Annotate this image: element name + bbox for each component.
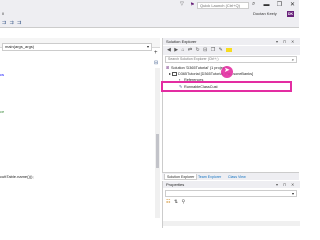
dropdown-icon[interactable]: ▾ xyxy=(276,38,278,45)
solution-explorer-search[interactable]: Search Solution Explorer (Ctrl+;) ⌕ xyxy=(165,56,297,63)
chevron-down-icon: ▾ xyxy=(146,44,149,49)
code-editor[interactable]: main(args_args) ▾ + ⊟ cs ce cuttTable.na… xyxy=(0,38,160,228)
toolbar: ⇉ ⇉ ⇉ xyxy=(0,18,299,28)
add-icon[interactable]: + xyxy=(154,50,158,56)
property-pages-icon[interactable]: ⚲ xyxy=(181,199,186,205)
tab-team-explorer[interactable]: Team Explorer xyxy=(198,174,221,180)
search-icon[interactable]: ⌕ xyxy=(292,57,294,62)
solution-explorer-pane: Solution Explorer ▾ ⊓ ✕ ◀ ▶ ⌂ ⇄ ↻ ⊟ ❐ ✎ … xyxy=(162,38,300,172)
member-dropdown-value: main(args_args) xyxy=(5,44,35,49)
search-icon[interactable]: ⌕ xyxy=(252,1,258,8)
editor-scrollbar[interactable] xyxy=(155,68,160,218)
solution-explorer-header: Solution Explorer ▾ ⊓ ✕ xyxy=(163,38,300,45)
minimize-button[interactable]: ▬ xyxy=(263,1,270,9)
properties-scrollbar[interactable] xyxy=(163,221,300,226)
back-icon[interactable]: ◀ xyxy=(167,47,172,53)
collapse-all-icon[interactable]: ⊟ xyxy=(203,47,208,53)
solution-explorer-toolbar: ◀ ▶ ⌂ ⇄ ↻ ⊟ ❐ ✎ xyxy=(163,46,300,55)
code-line[interactable]: cuttTable.name())); xyxy=(0,174,34,179)
properties-wrench-icon[interactable]: ✎ xyxy=(219,47,224,53)
preview-icon[interactable] xyxy=(226,47,233,52)
notification-flag-icon[interactable]: ⚑ xyxy=(190,2,196,8)
close-button[interactable]: ✕ xyxy=(289,1,296,9)
close-icon[interactable]: ✕ xyxy=(291,181,294,188)
solution-explorer-tabs: Solution Explorer Team Explorer Class Vi… xyxy=(162,172,299,180)
code-line[interactable]: ce xyxy=(0,109,4,114)
member-dropdown[interactable]: main(args_args) ▾ xyxy=(2,43,152,51)
filter-icon[interactable]: ▽ xyxy=(180,2,185,7)
show-all-icon[interactable]: ❐ xyxy=(211,47,216,53)
properties-header: Properties ▾ ⊓ ✕ xyxy=(163,181,300,188)
forward-icon[interactable]: ▶ xyxy=(174,47,179,53)
user-name[interactable]: Doctan Keely xyxy=(253,11,277,17)
title-bar: ▽ ⚑ Quick Launch (Ctrl+Q) ⌕ ▬ ❐ ✕ xyxy=(0,0,299,10)
pane-title: Properties xyxy=(166,182,185,187)
tab-class-view[interactable]: Class View xyxy=(228,174,246,180)
toolbar-align-icons[interactable]: ⇉ ⇉ ⇉ xyxy=(2,20,22,26)
chevron-down-icon: ▾ xyxy=(291,191,294,196)
code-line[interactable]: cs xyxy=(0,72,4,77)
pin-icon[interactable]: ⊓ xyxy=(283,38,286,45)
pane-title: Solution Explorer xyxy=(166,39,197,44)
properties-object-dropdown[interactable]: ▾ xyxy=(165,190,297,197)
home-icon[interactable]: ⌂ xyxy=(182,47,186,53)
tree-item-label: Solution 'D365Tutorial' (1 project) xyxy=(171,66,227,70)
categorized-icon[interactable]: ☷ xyxy=(166,199,171,205)
refresh-icon[interactable]: ↻ xyxy=(196,47,201,53)
tree-item-label: D365Tutorial [D365Tutorial_Pa...soneBank… xyxy=(177,72,254,76)
highlight-box xyxy=(161,81,292,92)
scrollbar-thumb[interactable] xyxy=(156,134,159,168)
user-avatar[interactable]: DK xyxy=(287,11,294,17)
alphabetical-icon[interactable]: ⇅ xyxy=(174,199,179,205)
properties-toolbar: ☷ ⇅ ⚲ xyxy=(166,199,186,206)
close-icon[interactable]: ✕ xyxy=(291,38,294,45)
project-icon xyxy=(171,72,177,76)
search-placeholder: Search Solution Explorer (Ctrl+;) xyxy=(168,57,219,61)
menu-bar: ll Doctan Keely DK xyxy=(0,10,299,18)
split-icon[interactable]: ⊟ xyxy=(154,60,158,66)
pin-icon[interactable]: ⊓ xyxy=(283,181,286,188)
tab-solution-explorer[interactable]: Solution Explorer xyxy=(164,174,198,180)
restore-button[interactable]: ❐ xyxy=(276,1,283,9)
dropdown-icon[interactable]: ▾ xyxy=(276,181,278,188)
properties-pane: Properties ▾ ⊓ ✕ ▾ ☷ ⇅ ⚲ xyxy=(162,181,300,228)
menu-fragment[interactable]: ll xyxy=(2,11,4,16)
quick-launch-input[interactable]: Quick Launch (Ctrl+Q) xyxy=(197,1,249,9)
sync-icon[interactable]: ⇄ xyxy=(188,47,193,53)
mouse-pointer-icon: ➤ xyxy=(224,67,230,74)
